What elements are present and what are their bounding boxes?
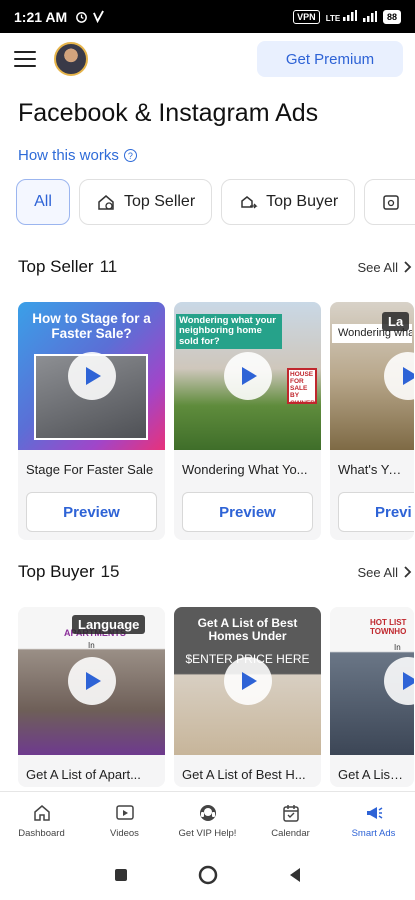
calendar-icon <box>282 805 299 822</box>
megaphone-icon <box>366 807 382 819</box>
status-time: 1:21 AM <box>14 8 68 25</box>
ad-card-title: What's Your <box>338 462 407 477</box>
chip-top-seller[interactable]: Top Seller <box>79 179 213 225</box>
ad-card-title: Stage For Faster Sale <box>26 462 154 477</box>
lte-signal-icon: LTE <box>325 9 357 24</box>
ad-card[interactable]: HOT LIST TOWNHO In Get A List of <box>330 607 414 787</box>
preview-button[interactable]: Preview <box>26 492 157 532</box>
alarm-icon <box>76 12 88 23</box>
for-sale-sign: HOUSE FOR SALE BY OWNER <box>287 368 317 404</box>
play-icon[interactable] <box>223 352 272 400</box>
thumbnail-caption: HOT LIST TOWNHO <box>370 618 407 636</box>
ad-card[interactable]: How to Stage for a Faster Sale? Stage Fo… <box>18 302 165 540</box>
see-all-label: See All <box>357 259 398 275</box>
chip-all[interactable]: All <box>16 179 70 225</box>
top-buyer-see-all[interactable]: See All <box>358 565 412 580</box>
calendar-icon <box>383 195 399 210</box>
status-bar: 1:21 AM VPN LTE 88 <box>0 0 415 33</box>
battery-icon: 88 <box>382 9 401 24</box>
play-icon[interactable] <box>384 352 414 400</box>
top-buyer-carousel: APARTMENTS In Language Get A List of Apa… <box>18 607 414 787</box>
chevron-right-icon <box>404 566 412 578</box>
ad-card-title: Wondering What Yo... <box>182 462 308 477</box>
play-icon[interactable] <box>223 657 272 705</box>
thumbnail-subcaption: In <box>88 641 95 650</box>
ad-card-title: Get A List of <box>338 767 409 782</box>
nav-vip-help[interactable]: Get VIP Help! <box>166 792 249 850</box>
top-seller-header: Top Seller 11 See All <box>18 257 412 277</box>
chip-top-seller-label: Top Seller <box>124 193 196 210</box>
nav-calendar-label: Calendar <box>271 828 310 839</box>
ad-thumbnail[interactable]: HOT LIST TOWNHO In <box>330 607 414 755</box>
chevron-right-icon <box>404 261 412 273</box>
play-icon[interactable] <box>384 657 414 705</box>
signal-icon <box>362 11 377 22</box>
home-icon <box>33 805 50 821</box>
preview-button[interactable]: Previ <box>338 492 414 532</box>
back-icon[interactable] <box>288 867 302 883</box>
preview-button[interactable]: Preview <box>182 492 313 532</box>
nav-calendar[interactable]: Calendar <box>249 792 332 850</box>
how-this-works-label: How this works <box>18 147 119 164</box>
check-icon <box>93 10 105 23</box>
home-tag-icon <box>98 195 114 210</box>
ad-card[interactable]: APARTMENTS In Language Get A List of Apa… <box>18 607 165 787</box>
thumbnail-caption: How to Stage for a Faster Sale? <box>32 311 151 341</box>
menu-icon[interactable] <box>14 51 36 67</box>
ad-thumbnail[interactable]: APARTMENTS In Language <box>18 607 165 755</box>
ad-thumbnail[interactable]: Wondering wha home w La <box>330 302 414 450</box>
lte-label: LTE <box>325 13 341 23</box>
headset-icon <box>199 805 216 821</box>
nav-videos-label: Videos <box>110 828 139 839</box>
chip-more[interactable] <box>364 179 415 225</box>
get-premium-button[interactable]: Get Premium <box>257 41 403 77</box>
ad-card[interactable]: Get A List of Best Homes Under $ENTER PR… <box>174 607 321 787</box>
vpn-badge: VPN <box>293 9 320 24</box>
bottom-nav: Dashboard Videos Get VIP Help! Calendar … <box>0 791 415 850</box>
nav-dashboard-label: Dashboard <box>18 828 65 839</box>
chip-top-buyer-label: Top Buyer <box>266 193 339 210</box>
top-buyer-count: 15 <box>100 562 120 581</box>
language-badge[interactable]: La <box>382 312 410 331</box>
top-seller-title: Top Seller <box>18 257 94 276</box>
app-bar: Get Premium <box>0 33 415 85</box>
top-seller-count: 11 <box>99 257 118 276</box>
system-nav-bar <box>0 850 415 900</box>
language-badge[interactable]: Language <box>72 615 146 634</box>
ad-card-title: Get A List of Apart... <box>26 767 141 782</box>
chip-all-label: All <box>34 193 52 210</box>
top-buyer-title: Top Buyer <box>18 562 95 581</box>
buyer-icon <box>241 196 258 209</box>
thumbnail-caption: Wondering what your neighboring home sol… <box>176 314 282 350</box>
ad-thumbnail[interactable]: Get A List of Best Homes Under $ENTER PR… <box>174 607 321 755</box>
thumbnail-caption: Get A List of Best Homes Under <box>197 616 298 644</box>
nav-videos[interactable]: Videos <box>83 792 166 850</box>
ad-thumbnail[interactable]: How to Stage for a Faster Sale? <box>18 302 165 450</box>
nav-vip-help-label: Get VIP Help! <box>178 828 237 839</box>
home-button-icon[interactable] <box>198 865 218 885</box>
play-icon[interactable] <box>67 352 116 400</box>
help-icon: ? <box>123 149 137 162</box>
page-title: Facebook & Instagram Ads <box>18 99 319 127</box>
ad-card[interactable]: Wondering what your neighboring home sol… <box>174 302 321 540</box>
chip-top-buyer[interactable]: Top Buyer <box>221 179 356 225</box>
ad-card[interactable]: Wondering wha home w La What's Your Prev… <box>330 302 414 540</box>
filter-chips: All Top Seller Top Buyer <box>16 179 415 225</box>
ad-thumbnail[interactable]: Wondering what your neighboring home sol… <box>174 302 321 450</box>
top-seller-see-all[interactable]: See All <box>358 260 412 275</box>
thumbnail-subcaption: In <box>394 643 401 652</box>
video-icon <box>115 805 134 820</box>
nav-dashboard[interactable]: Dashboard <box>0 792 83 850</box>
ad-card-title: Get A List of Best H... <box>182 767 306 782</box>
see-all-label: See All <box>357 564 398 580</box>
nav-smart-ads[interactable]: Smart Ads <box>332 792 415 850</box>
how-this-works-link[interactable]: How this works ? <box>18 147 137 164</box>
play-icon[interactable] <box>67 657 116 705</box>
nav-smart-ads-label: Smart Ads <box>351 828 396 839</box>
recents-icon[interactable] <box>114 868 128 882</box>
top-buyer-header: Top Buyer 15 See All <box>18 562 412 582</box>
top-seller-carousel: How to Stage for a Faster Sale? Stage Fo… <box>18 302 414 540</box>
avatar[interactable] <box>54 42 88 76</box>
main-content: Facebook & Instagram Ads How this works … <box>0 85 415 791</box>
